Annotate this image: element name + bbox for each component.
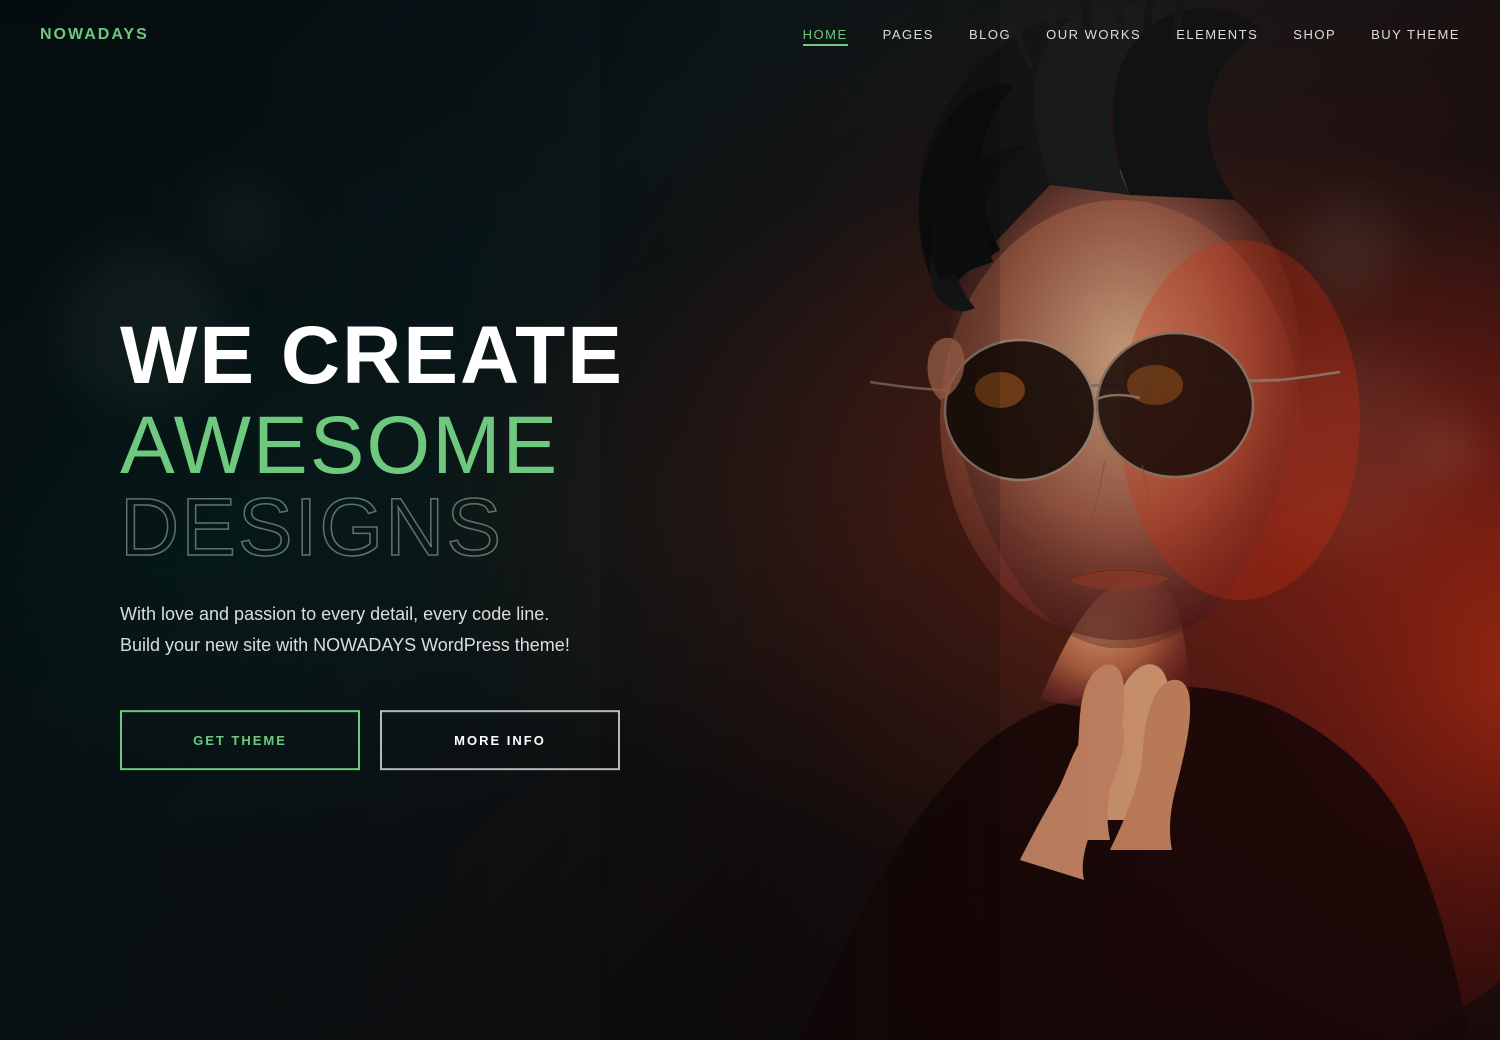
nav-link-blog[interactable]: BLOG: [969, 27, 1011, 42]
hero-headline-line1: WE CREATE: [120, 315, 820, 397]
nav-item-shop[interactable]: SHOP: [1293, 26, 1336, 44]
navigation: NOWADAYS HOME PAGES BLOG OUR WORKS ELEME…: [0, 0, 1500, 70]
nav-link-our-works[interactable]: OUR WORKS: [1046, 27, 1141, 42]
more-info-button[interactable]: MORE INFO: [380, 710, 620, 770]
logo-adays: ADAYS: [84, 26, 149, 43]
nav-item-pages[interactable]: PAGES: [883, 26, 934, 44]
hero-buttons: GET THEME MORE INFO: [120, 710, 820, 770]
nav-item-our-works[interactable]: OUR WORKS: [1046, 26, 1141, 44]
hero-subtext-line1: With love and passion to every detail, e…: [120, 604, 549, 624]
hero-subtext-line2: Build your new site with NOWADAYS WordPr…: [120, 635, 570, 655]
hero-headline-line2: AWESOME DESIGNS: [120, 405, 820, 569]
hero-headline-outline: DESIGNS: [120, 482, 503, 573]
nav-item-home[interactable]: HOME: [803, 26, 848, 44]
nav-item-elements[interactable]: ELEMENTS: [1176, 26, 1258, 44]
hero-headline-green: AWESOME: [120, 400, 559, 491]
logo[interactable]: NOWADAYS: [40, 26, 149, 44]
nav-link-home[interactable]: HOME: [803, 27, 848, 42]
get-theme-button[interactable]: GET THEME: [120, 710, 360, 770]
nav-link-shop[interactable]: SHOP: [1293, 27, 1336, 42]
hero-content: WE CREATE AWESOME DESIGNS With love and …: [120, 315, 820, 770]
hero-subtext: With love and passion to every detail, e…: [120, 599, 820, 660]
nav-link-elements[interactable]: ELEMENTS: [1176, 27, 1258, 42]
nav-link-pages[interactable]: PAGES: [883, 27, 934, 42]
logo-now: NOW: [40, 26, 84, 43]
hero-section: NOWADAYS HOME PAGES BLOG OUR WORKS ELEME…: [0, 0, 1500, 1040]
nav-item-blog[interactable]: BLOG: [969, 26, 1011, 44]
logo-text: NOWADAYS: [40, 26, 149, 44]
nav-links: HOME PAGES BLOG OUR WORKS ELEMENTS SHOP …: [803, 26, 1460, 44]
nav-link-buy-theme[interactable]: BUY THEME: [1371, 27, 1460, 42]
nav-item-buy-theme[interactable]: BUY THEME: [1371, 26, 1460, 44]
